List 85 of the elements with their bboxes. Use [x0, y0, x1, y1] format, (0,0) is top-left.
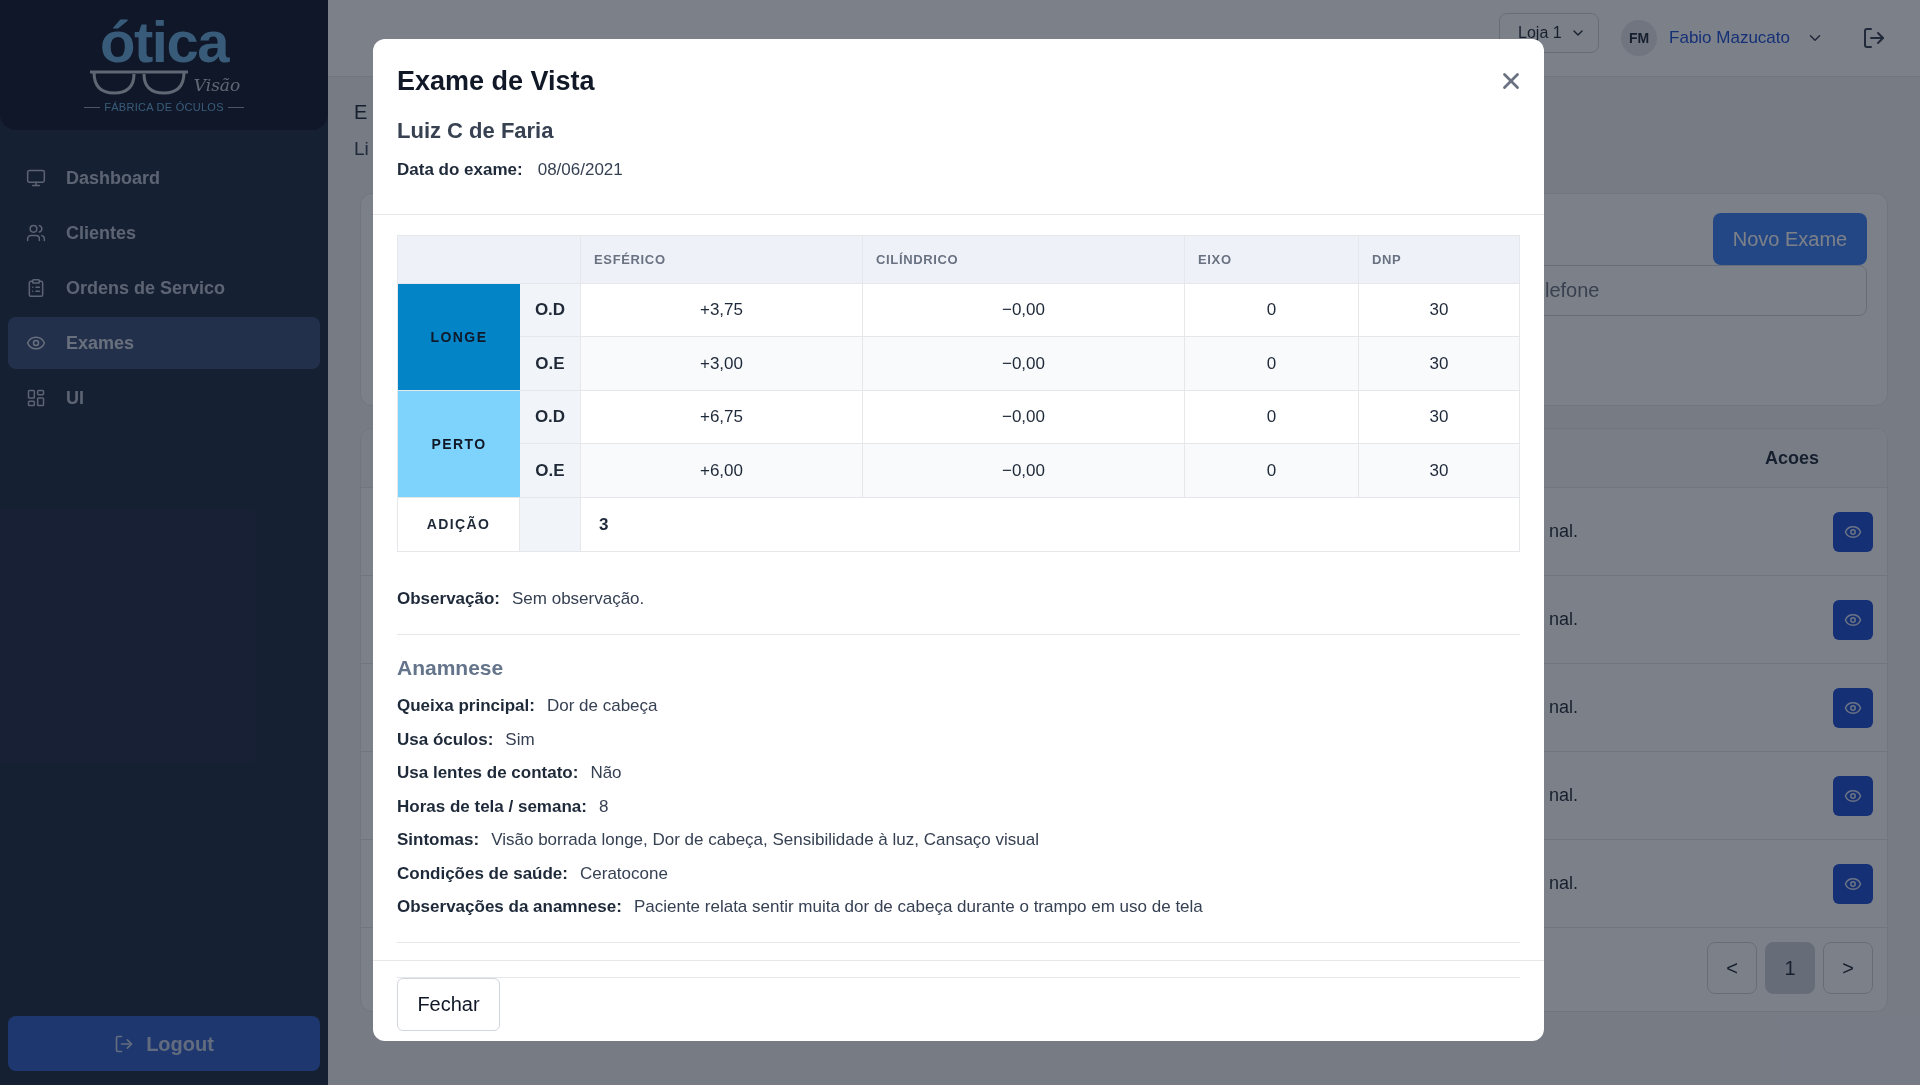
table-cell: +3,75 — [581, 284, 863, 336]
page-button[interactable]: < — [1707, 942, 1757, 994]
table-cell: 0 — [1185, 337, 1359, 390]
monitor-icon — [26, 168, 46, 188]
logout-icon[interactable] — [1862, 26, 1886, 50]
page-button[interactable]: 1 — [1765, 942, 1815, 994]
table-cell: 0 — [1185, 284, 1359, 336]
eye-label-cell: O.E — [520, 444, 581, 497]
column-header: EIXO — [1198, 250, 1232, 269]
glasses-icon — [87, 68, 190, 95]
sidebar-item[interactable]: Exames — [8, 317, 320, 369]
field-value: 08/06/2021 — [537, 158, 623, 181]
table-cell: 0 — [1185, 444, 1359, 497]
table-cell: 0 — [1185, 391, 1359, 443]
table-cell-text: nal. — [1549, 696, 1579, 719]
page-subtitle: Li — [354, 137, 369, 161]
logo-word: ótica — [99, 14, 229, 69]
field-value: Dor de cabeça — [546, 695, 658, 717]
user-avatar: FM — [1621, 20, 1658, 56]
eye-label-cell: O.D — [520, 284, 581, 336]
logo-tagline: FÁBRICA DE ÓCULOS — [104, 99, 224, 115]
column-header: CILÍNDRICO — [876, 250, 959, 269]
view-button[interactable] — [1833, 599, 1873, 640]
field-value: Paciente relata sentir muita dor de cabeça durante o trampo em uso de tela — [633, 896, 1203, 918]
field-label: Observações da anamnese: — [397, 896, 622, 918]
eye-icon — [26, 333, 46, 353]
layout-icon — [26, 388, 46, 408]
users-icon — [26, 223, 46, 243]
sidebar-item[interactable]: Ordens de Servico — [8, 262, 320, 314]
column-header: Acoes — [1764, 446, 1820, 470]
page-button[interactable]: > — [1823, 942, 1873, 994]
table-cell-text: 30 — [1428, 406, 1450, 429]
dialog-title: Exame de Vista — [397, 65, 595, 98]
field-value: Visão borrada longe, Dor de cabeça, Sensibilidade à luz, Cansaço visual — [491, 829, 1039, 851]
table-cell: −0,00 — [863, 391, 1185, 443]
table-cell: +6,00 — [581, 444, 863, 497]
table-cell-text: 3 — [598, 513, 610, 536]
table-cell-text: nal. — [1549, 784, 1579, 807]
field-value: 8 — [598, 795, 609, 818]
new-exam-button[interactable]: Novo Exame — [1713, 213, 1867, 265]
view-button[interactable] — [1833, 687, 1873, 728]
table-cell-text: 30 — [1428, 299, 1450, 322]
field-label: Queixa principal: — [397, 695, 535, 717]
field-label: Sintomas: — [397, 829, 480, 851]
view-button[interactable] — [1833, 511, 1873, 552]
field-label: Condições de saúde: — [397, 862, 568, 885]
eye-label-cell: O.E — [520, 337, 581, 390]
section-title: Anamnese — [397, 654, 505, 681]
table-cell-text: nal. — [1549, 872, 1579, 895]
logo-script: Visão — [193, 74, 241, 95]
table-cell: −0,00 — [863, 337, 1185, 390]
field-value: Sim — [505, 728, 535, 751]
column-header: ESFÉRICO — [594, 250, 666, 269]
logout-button[interactable]: Logout — [8, 1016, 320, 1071]
field-label: Usa óculos: — [397, 728, 494, 751]
sidebar-item[interactable]: UI — [8, 372, 320, 424]
user-name[interactable]: Fabio Mazucato — [1669, 25, 1790, 51]
table-cell: −0,00 — [863, 284, 1185, 336]
field-value: Ceratocone — [580, 862, 668, 885]
group-label-cell: LONGE — [398, 284, 520, 390]
view-button[interactable] — [1833, 775, 1873, 816]
table-cell-text: 30 — [1428, 459, 1450, 482]
table-cell: +6,75 — [581, 391, 863, 443]
field-label: Data do exame: — [397, 158, 523, 181]
clipboard-icon — [26, 278, 46, 298]
field-value: Não — [590, 762, 622, 784]
column-header: DNP — [1372, 250, 1402, 269]
eye-label-cell: O.D — [520, 391, 581, 443]
table-cell: +3,00 — [581, 337, 863, 390]
field-label: Horas de tela / semana: — [397, 795, 587, 818]
group-label-cell: PERTO — [398, 391, 520, 497]
field-value: Sem observação. — [512, 588, 645, 610]
page-title: E — [354, 100, 368, 125]
close-button[interactable]: Fechar — [397, 977, 500, 1031]
view-button[interactable] — [1833, 863, 1873, 904]
table-cell: −0,00 — [863, 444, 1185, 497]
table-cell-text: nal. — [1549, 608, 1579, 631]
patient-name: Luiz C de Faria — [397, 116, 555, 145]
table-cell-text: nal. — [1549, 520, 1579, 543]
logout-icon — [114, 1033, 135, 1054]
field-label: Observação: — [397, 588, 500, 610]
sidebar-item[interactable]: Clientes — [8, 207, 320, 259]
table-cell-text: 30 — [1428, 352, 1450, 375]
field-label: Usa lentes de contato: — [397, 762, 579, 784]
sidebar-item[interactable]: Dashboard — [8, 152, 320, 204]
